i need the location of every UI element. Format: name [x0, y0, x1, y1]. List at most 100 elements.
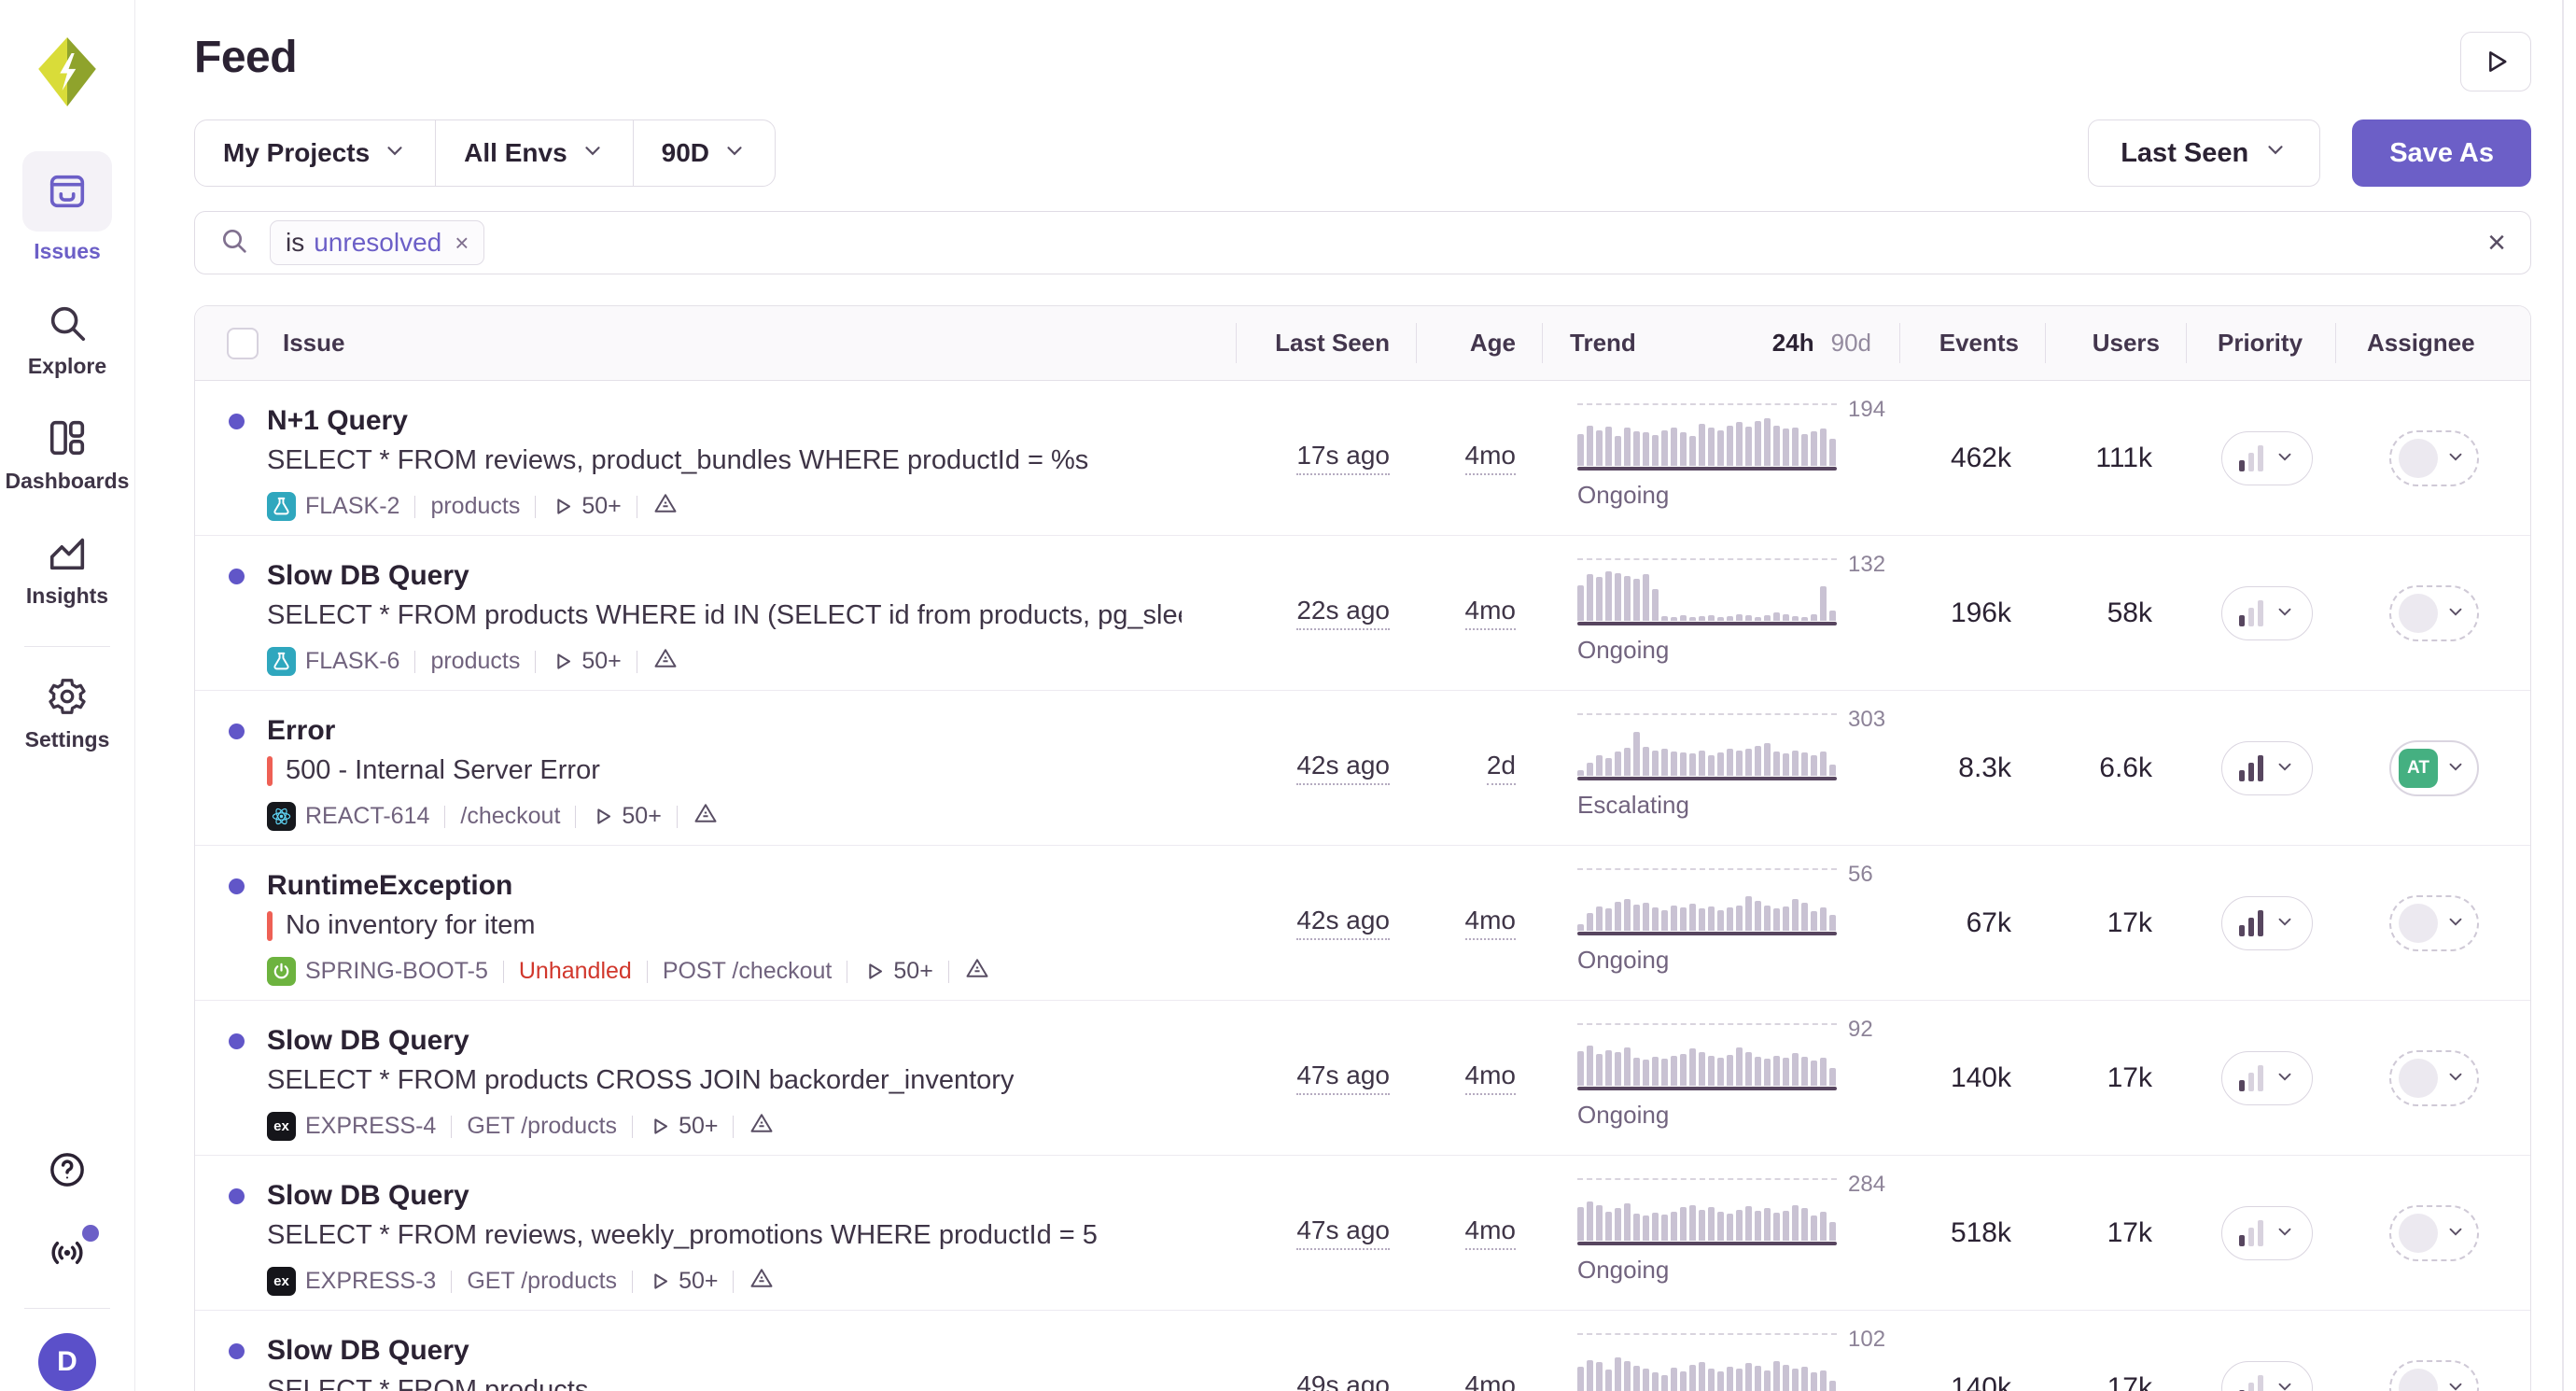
priority-select[interactable] [2221, 586, 2313, 640]
trend-bar [1708, 906, 1715, 931]
seer-icon[interactable] [749, 1110, 775, 1143]
issue-title[interactable]: Slow DB Query [267, 1025, 1014, 1057]
table-row[interactable]: Slow DB Query SELECT * FROM products 49s… [195, 1311, 2530, 1391]
trend-bar [1783, 614, 1789, 621]
age-value[interactable]: 4mo [1465, 1061, 1516, 1095]
seer-icon[interactable] [749, 1265, 775, 1298]
col-age[interactable]: Age [1470, 329, 1516, 358]
last-seen-value[interactable]: 17s ago [1296, 441, 1390, 475]
replay-count[interactable]: 50+ [551, 648, 621, 675]
seer-icon[interactable] [964, 955, 990, 988]
seer-icon[interactable] [693, 800, 719, 833]
seer-icon[interactable] [652, 490, 679, 523]
search-clear-icon[interactable]: × [2487, 227, 2506, 259]
scrollbar-track[interactable] [2562, 0, 2564, 1391]
table-row[interactable]: Slow DB Query SELECT * FROM products WHE… [195, 536, 2530, 691]
search-token[interactable]: is unresolved × [270, 220, 484, 265]
priority-select[interactable] [2221, 1051, 2313, 1105]
replay-count[interactable]: 50+ [591, 803, 661, 830]
issue-title[interactable]: Slow DB Query [267, 560, 1182, 592]
trend-bar [1801, 1367, 1808, 1391]
priority-select[interactable] [2221, 1361, 2313, 1391]
sidebar-item-insights[interactable]: Insights [26, 531, 108, 609]
assignee-placeholder [2399, 594, 2438, 633]
col-last-seen[interactable]: Last Seen [1275, 329, 1390, 358]
age-value[interactable]: 4mo [1465, 1370, 1516, 1391]
trend-bar [1671, 1056, 1677, 1086]
assignee-select[interactable] [2389, 430, 2479, 486]
replay-count[interactable]: 50+ [551, 493, 621, 520]
save-as-button[interactable]: Save As [2352, 119, 2531, 187]
priority-select[interactable] [2221, 741, 2313, 795]
sidebar-item-explore[interactable]: Explore [28, 302, 106, 379]
help-button[interactable] [47, 1149, 88, 1195]
last-seen-value[interactable]: 47s ago [1296, 1061, 1390, 1095]
environment-filter[interactable]: All Envs [435, 120, 632, 186]
last-seen-value[interactable]: 42s ago [1296, 751, 1390, 785]
sidebar-item-dashboards[interactable]: Dashboards [6, 416, 130, 494]
age-value[interactable]: 4mo [1465, 1215, 1516, 1250]
assignee-select[interactable] [2389, 1360, 2479, 1391]
replay-count[interactable]: 50+ [862, 958, 932, 985]
table-row[interactable]: Slow DB Query SELECT * FROM reviews, wee… [195, 1156, 2530, 1311]
priority-select[interactable] [2221, 1206, 2313, 1260]
search-bar[interactable]: is unresolved × × [194, 211, 2531, 274]
age-value[interactable]: 2d [1487, 751, 1516, 785]
trend-bar [1605, 908, 1612, 931]
token-value: unresolved [314, 228, 441, 258]
trend-bar [1689, 753, 1696, 776]
app-logo[interactable] [33, 34, 102, 110]
table-row[interactable]: RuntimeException No inventory for item S… [195, 846, 2530, 1001]
priority-select[interactable] [2221, 896, 2313, 950]
age-value[interactable]: 4mo [1465, 596, 1516, 630]
token-remove-icon[interactable]: × [455, 229, 469, 258]
trend-tab-90d[interactable]: 90d [1831, 329, 1871, 358]
age-value[interactable]: 4mo [1465, 906, 1516, 940]
last-seen-value[interactable]: 49s ago [1296, 1370, 1390, 1391]
project-filter[interactable]: My Projects [195, 120, 435, 186]
whats-new-button[interactable] [47, 1232, 88, 1278]
notification-dot [82, 1225, 99, 1242]
seer-icon[interactable] [652, 645, 679, 678]
sort-select[interactable]: Last Seen [2088, 119, 2320, 187]
issue-title[interactable]: RuntimeException [267, 870, 990, 902]
table-row[interactable]: N+1 Query SELECT * FROM reviews, product… [195, 381, 2530, 536]
trend-bar [1745, 896, 1752, 931]
last-seen-value[interactable]: 42s ago [1296, 906, 1390, 940]
trend-peak-value: 303 [1848, 707, 1885, 733]
trend-tab-24h[interactable]: 24h [1772, 329, 1814, 358]
issue-title[interactable]: Error [267, 715, 719, 747]
assignee-select[interactable] [2389, 1205, 2479, 1261]
last-seen-value[interactable]: 47s ago [1296, 1215, 1390, 1250]
issue-title[interactable]: Slow DB Query [267, 1335, 588, 1367]
assignee-select[interactable]: AT [2389, 740, 2479, 796]
trend-bar [1615, 573, 1621, 621]
replay-count[interactable]: 50+ [648, 1113, 718, 1140]
assignee-select[interactable] [2389, 585, 2479, 641]
last-seen-value[interactable]: 22s ago [1296, 596, 1390, 630]
col-users[interactable]: Users [2093, 329, 2160, 358]
sidebar-item-settings[interactable]: Settings [25, 675, 110, 752]
trend-bar [1811, 1061, 1817, 1086]
sidebar-item-issues[interactable]: Issues [22, 151, 112, 264]
trend-status: Ongoing [1577, 1256, 1669, 1285]
play-button[interactable] [2460, 32, 2531, 91]
issue-title[interactable]: Slow DB Query [267, 1180, 1098, 1212]
trend-bar [1764, 1059, 1771, 1086]
replay-count[interactable]: 50+ [648, 1268, 718, 1295]
assignee-select[interactable] [2389, 1050, 2479, 1106]
assignee-select[interactable] [2389, 895, 2479, 951]
date-range-filter[interactable]: 90D [633, 120, 775, 186]
table-row[interactable]: Slow DB Query SELECT * FROM products CRO… [195, 1001, 2530, 1156]
user-avatar[interactable]: D [38, 1333, 96, 1391]
trend-bar [1699, 616, 1705, 621]
col-events[interactable]: Events [1939, 329, 2019, 358]
issue-title[interactable]: N+1 Query [267, 405, 1088, 437]
trend-peak-value: 56 [1848, 862, 1873, 888]
age-value[interactable]: 4mo [1465, 441, 1516, 475]
table-body: N+1 Query SELECT * FROM reviews, product… [195, 381, 2530, 1391]
priority-select[interactable] [2221, 431, 2313, 485]
select-all-checkbox[interactable] [227, 328, 259, 359]
table-row[interactable]: Error 500 - Internal Server Error REACT-… [195, 691, 2530, 846]
trend-baseline [1577, 777, 1837, 780]
